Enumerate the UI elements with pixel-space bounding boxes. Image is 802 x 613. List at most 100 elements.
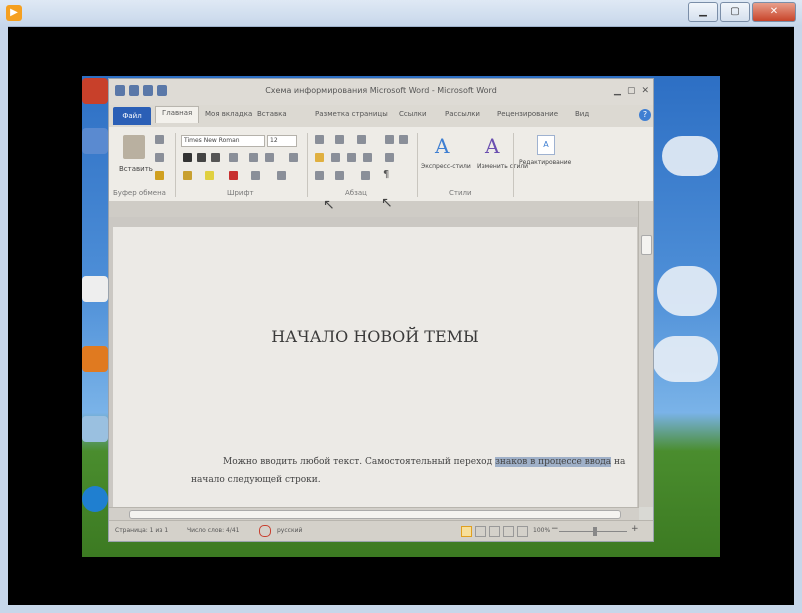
draft-view-icon[interactable] bbox=[517, 526, 528, 537]
sort-icon[interactable] bbox=[361, 171, 370, 180]
font-size-field[interactable]: 12 bbox=[267, 135, 297, 147]
italic-icon[interactable] bbox=[197, 153, 206, 162]
vertical-scrollbar[interactable] bbox=[638, 201, 653, 507]
superscript-icon[interactable] bbox=[265, 153, 274, 162]
language[interactable]: русский bbox=[277, 527, 302, 534]
desktop-icon bbox=[82, 78, 108, 104]
desktop-icon bbox=[82, 346, 108, 372]
subscript-icon[interactable] bbox=[249, 153, 258, 162]
close-icon[interactable]: ✕ bbox=[752, 2, 796, 22]
format-painter-icon[interactable] bbox=[155, 171, 164, 180]
underline-icon[interactable] bbox=[211, 153, 220, 162]
tab-my[interactable]: Моя вкладка bbox=[205, 110, 252, 118]
group-paragraph-label: Абзац bbox=[345, 189, 367, 197]
justify-icon[interactable] bbox=[363, 153, 372, 162]
paragraph-line-2: начало следующей строки. bbox=[191, 475, 321, 485]
video-player-window: ▶ ▁ ▢ ✕ Схема информирования Microsoft W… bbox=[0, 0, 802, 613]
paragraph-text: на bbox=[611, 457, 626, 467]
cloud bbox=[652, 336, 718, 382]
mouse-cursor-icon: ↖ bbox=[323, 197, 335, 213]
word-count[interactable]: Число слов: 4/41 bbox=[187, 527, 239, 534]
align-left-icon[interactable] bbox=[315, 153, 324, 162]
numbering-icon[interactable] bbox=[335, 135, 344, 144]
ruler bbox=[109, 201, 639, 217]
scroll-thumb[interactable] bbox=[641, 235, 652, 255]
word-title: Схема информирования Microsoft Word - Mi… bbox=[265, 86, 497, 95]
tab-review[interactable]: Рецензирование bbox=[497, 110, 558, 118]
tab-file[interactable]: Файл bbox=[113, 107, 151, 125]
horizontal-scrollbar[interactable] bbox=[109, 507, 639, 520]
cloud bbox=[657, 266, 717, 316]
copy-icon[interactable] bbox=[155, 153, 164, 162]
close-icon[interactable]: ✕ bbox=[641, 86, 649, 96]
bullets-icon[interactable] bbox=[315, 135, 324, 144]
separator bbox=[417, 133, 418, 197]
zoom-slider-handle[interactable] bbox=[593, 527, 597, 536]
align-right-icon[interactable] bbox=[347, 153, 356, 162]
full-screen-view-icon[interactable] bbox=[475, 526, 486, 537]
tab-page-layout[interactable]: Разметка страницы bbox=[315, 110, 388, 118]
strikethrough-icon[interactable] bbox=[229, 153, 238, 162]
page-count[interactable]: Страница: 1 из 1 bbox=[115, 527, 168, 534]
express-styles-label: Экспресс-стили bbox=[421, 163, 471, 170]
tab-view[interactable]: Вид bbox=[575, 110, 589, 118]
document-heading: НАЧАЛО НОВОЙ ТЕМЫ bbox=[271, 327, 479, 346]
selected-text: знаков в процессе ввода bbox=[494, 457, 612, 467]
clear-format-icon[interactable] bbox=[289, 153, 298, 162]
help-icon[interactable]: ? bbox=[639, 109, 651, 121]
group-font-label: Шрифт bbox=[227, 189, 254, 197]
tab-mailings[interactable]: Рассылки bbox=[445, 110, 480, 118]
separator bbox=[175, 133, 176, 197]
highlight-icon[interactable] bbox=[205, 171, 214, 180]
multilevel-list-icon[interactable] bbox=[357, 135, 366, 144]
proofing-icon[interactable] bbox=[259, 525, 271, 537]
maximize-icon[interactable]: ▢ bbox=[627, 86, 636, 96]
paste-label: Вставить bbox=[119, 165, 153, 173]
tab-references[interactable]: Ссылки bbox=[399, 110, 427, 118]
separator bbox=[307, 133, 308, 197]
document-page[interactable]: НАЧАЛО НОВОЙ ТЕМЫ Можно вводить любой те… bbox=[113, 227, 637, 507]
web-layout-view-icon[interactable] bbox=[489, 526, 500, 537]
mouse-cursor-icon: ↖ bbox=[381, 195, 393, 211]
maximize-icon[interactable]: ▢ bbox=[720, 2, 750, 22]
status-bar: Страница: 1 из 1 Число слов: 4/41 русски… bbox=[109, 520, 653, 541]
align-center-icon[interactable] bbox=[331, 153, 340, 162]
font-color-icon[interactable] bbox=[229, 171, 238, 180]
tab-home[interactable]: Главная bbox=[155, 106, 200, 123]
scroll-thumb[interactable] bbox=[129, 510, 621, 519]
outline-view-icon[interactable] bbox=[503, 526, 514, 537]
line-spacing-icon[interactable] bbox=[385, 153, 394, 162]
word-titlebar: Схема информирования Microsoft Word - Mi… bbox=[109, 79, 653, 105]
decrease-indent-icon[interactable] bbox=[385, 135, 394, 144]
text-effects-icon[interactable] bbox=[183, 171, 192, 180]
tab-insert[interactable]: Вставка bbox=[257, 110, 287, 118]
ribbon: Вставить Буфер обмена Times New Roman 12… bbox=[109, 127, 653, 202]
increase-indent-icon[interactable] bbox=[399, 135, 408, 144]
word-window: Схема информирования Microsoft Word - Mi… bbox=[108, 78, 654, 542]
zoom-in-button[interactable]: + bbox=[631, 524, 639, 534]
paste-icon[interactable] bbox=[123, 135, 145, 159]
zoom-level[interactable]: 100% bbox=[533, 527, 550, 534]
editing-icon[interactable]: A bbox=[537, 135, 555, 155]
frame-left bbox=[0, 26, 8, 613]
group-clipboard-label: Буфер обмена bbox=[113, 189, 166, 197]
cloud bbox=[662, 136, 718, 176]
minimize-icon[interactable]: ▁ bbox=[688, 2, 718, 22]
player-titlebar: ▶ ▁ ▢ ✕ bbox=[0, 0, 802, 27]
bold-icon[interactable] bbox=[183, 153, 192, 162]
minimize-icon[interactable]: ▁ bbox=[614, 86, 621, 96]
express-styles-icon[interactable]: A bbox=[435, 135, 453, 157]
frame-bottom bbox=[0, 605, 802, 613]
change-case-icon[interactable] bbox=[251, 171, 260, 180]
shading-icon[interactable] bbox=[315, 171, 324, 180]
change-styles-icon[interactable]: A bbox=[485, 135, 503, 157]
font-name-field[interactable]: Times New Roman bbox=[181, 135, 265, 147]
cut-icon[interactable] bbox=[155, 135, 164, 144]
frame-right bbox=[794, 26, 802, 613]
pilcrow-icon[interactable]: ¶ bbox=[383, 169, 389, 180]
group-styles-label: Стили bbox=[449, 189, 472, 197]
zoom-out-button[interactable]: − bbox=[551, 524, 559, 534]
grow-font-icon[interactable] bbox=[277, 171, 286, 180]
borders-icon[interactable] bbox=[335, 171, 344, 180]
print-layout-view-icon[interactable] bbox=[461, 526, 472, 537]
